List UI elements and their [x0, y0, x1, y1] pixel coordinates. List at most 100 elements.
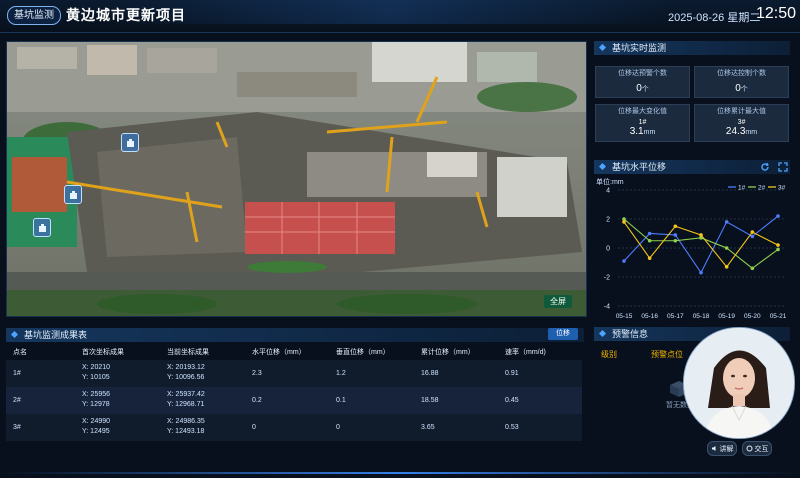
series-line — [623, 215, 779, 274]
cell-first-x: X: 20210 — [82, 364, 111, 371]
stat-value: 24.3 — [725, 126, 746, 137]
y-tick-label: 4 — [606, 188, 610, 195]
stat-point: 3# — [737, 119, 746, 126]
column-header: 当前坐标成果 — [167, 349, 209, 356]
refresh-icon[interactable] — [760, 162, 770, 172]
cell-current-x: X: 25937.42 — [167, 391, 205, 398]
y-tick-label: 0 — [606, 246, 610, 253]
cell-point: 1# — [13, 370, 21, 377]
cell-cumulative: 3.65 — [421, 424, 435, 431]
data-point — [776, 247, 780, 252]
x-tick-label: 05-16 — [641, 313, 658, 320]
x-tick-label: 05-17 — [667, 313, 684, 320]
legend-label: 3# — [778, 185, 786, 192]
cell-current-y: Y: 12493.18 — [167, 428, 205, 435]
stat-label: 位移累计最大值 — [717, 108, 766, 115]
monitor-point-marker-1[interactable] — [121, 133, 139, 152]
cell-rate: 0.91 — [505, 370, 519, 377]
fullscreen-button[interactable]: 全屏 — [544, 295, 572, 308]
construction-site-image — [7, 42, 586, 316]
results-panel-header: 基坑监测成果表 — [6, 328, 584, 342]
realtime-panel-header: 基坑实时监测 — [594, 41, 790, 55]
header-decoration — [110, 0, 670, 24]
x-tick-label: 05-21 — [770, 313, 787, 320]
max-change-stat: 位移最大变化值 1# 3.1mm — [595, 104, 690, 142]
data-point — [724, 220, 729, 224]
stat-point: 1# — [638, 119, 647, 126]
y-tick-label: -2 — [604, 275, 610, 282]
module-badge[interactable]: 基坑监测 — [7, 6, 61, 25]
alert-point-column: 预警点位 — [651, 350, 683, 359]
page-title: 黄边城市更新项目 — [66, 7, 186, 23]
data-point — [699, 233, 703, 237]
data-point — [724, 246, 729, 250]
series-line — [623, 218, 779, 269]
y-tick-label: -4 — [604, 304, 610, 311]
data-point — [673, 233, 678, 237]
site-aerial-photo — [6, 41, 587, 317]
column-header: 垂直位移（mm） — [336, 349, 390, 356]
assistant-portrait — [684, 328, 794, 438]
warning-count-stat: 位移达预警个数 0个 — [595, 66, 690, 98]
cell-vertical: 1.2 — [336, 370, 346, 377]
footer-glow-line — [0, 472, 800, 474]
data-point — [647, 256, 652, 260]
y-tick-label: 2 — [606, 217, 610, 224]
cell-first-x: X: 25956 — [82, 391, 111, 398]
data-point — [647, 231, 652, 236]
cell-first-y: Y: 10105 — [82, 374, 110, 381]
stat-unit: 个 — [641, 86, 649, 93]
cell-current-y: Y: 10096.56 — [167, 374, 205, 381]
camera-icon — [126, 138, 134, 147]
monitor-point-marker-3[interactable] — [33, 218, 51, 237]
cell-horizontal: 0.2 — [252, 397, 262, 404]
explain-label: 讲解 — [719, 445, 734, 453]
cell-point: 3# — [13, 424, 21, 431]
column-header: 点名 — [13, 349, 27, 356]
column-header: 首次坐标成果 — [82, 349, 124, 356]
alert-level-column: 级别 — [601, 350, 617, 359]
expand-icon[interactable] — [778, 162, 788, 172]
interact-button[interactable]: 交互 — [742, 441, 772, 456]
cell-rate: 0.53 — [505, 424, 519, 431]
legend-label: 2# — [758, 185, 766, 192]
column-header: 速率（mm/d) — [505, 349, 546, 356]
data-point — [622, 259, 626, 263]
cell-current-x: X: 24986.35 — [167, 418, 205, 425]
speaker-icon — [711, 446, 715, 451]
stat-label: 位移最大变化值 — [618, 108, 667, 115]
cell-horizontal: 2.3 — [252, 370, 262, 377]
cell-rate: 0.45 — [505, 397, 519, 404]
control-count-stat: 位移达控制个数 0个 — [694, 66, 789, 98]
interact-label: 交互 — [754, 445, 769, 453]
data-point — [750, 266, 755, 271]
ai-assistant-avatar[interactable] — [683, 327, 795, 439]
cell-cumulative: 18.58 — [421, 397, 439, 404]
cell-current-x: X: 20193.12 — [167, 364, 205, 371]
cell-first-x: X: 24990 — [82, 418, 111, 425]
data-point — [776, 214, 780, 218]
data-point — [647, 238, 652, 243]
data-point — [776, 243, 780, 247]
stat-unit: mm — [745, 129, 758, 136]
cell-point: 2# — [13, 397, 21, 404]
column-header: 累计位移（mm） — [421, 349, 475, 356]
chart-panel-title: 基坑水平位移 — [612, 162, 667, 172]
x-tick-label: 05-20 — [744, 313, 761, 320]
data-point — [724, 265, 729, 269]
monitor-point-marker-2[interactable] — [64, 185, 82, 204]
cell-first-y: Y: 12495 — [82, 428, 110, 435]
camera-icon — [69, 190, 77, 199]
x-tick-label: 05-19 — [718, 313, 735, 320]
current-time: 12:50 — [756, 5, 797, 22]
data-point — [750, 230, 755, 234]
data-point — [673, 238, 678, 243]
series-line — [623, 221, 779, 268]
cell-horizontal: 0 — [252, 424, 256, 431]
stat-unit: 个 — [740, 86, 748, 93]
displacement-mode-button[interactable]: 位移 — [548, 328, 578, 340]
explain-button[interactable]: 讲解 — [707, 441, 737, 456]
data-point — [699, 270, 703, 275]
realtime-title: 基坑实时监测 — [612, 43, 667, 53]
x-tick-label: 05-15 — [616, 313, 633, 320]
